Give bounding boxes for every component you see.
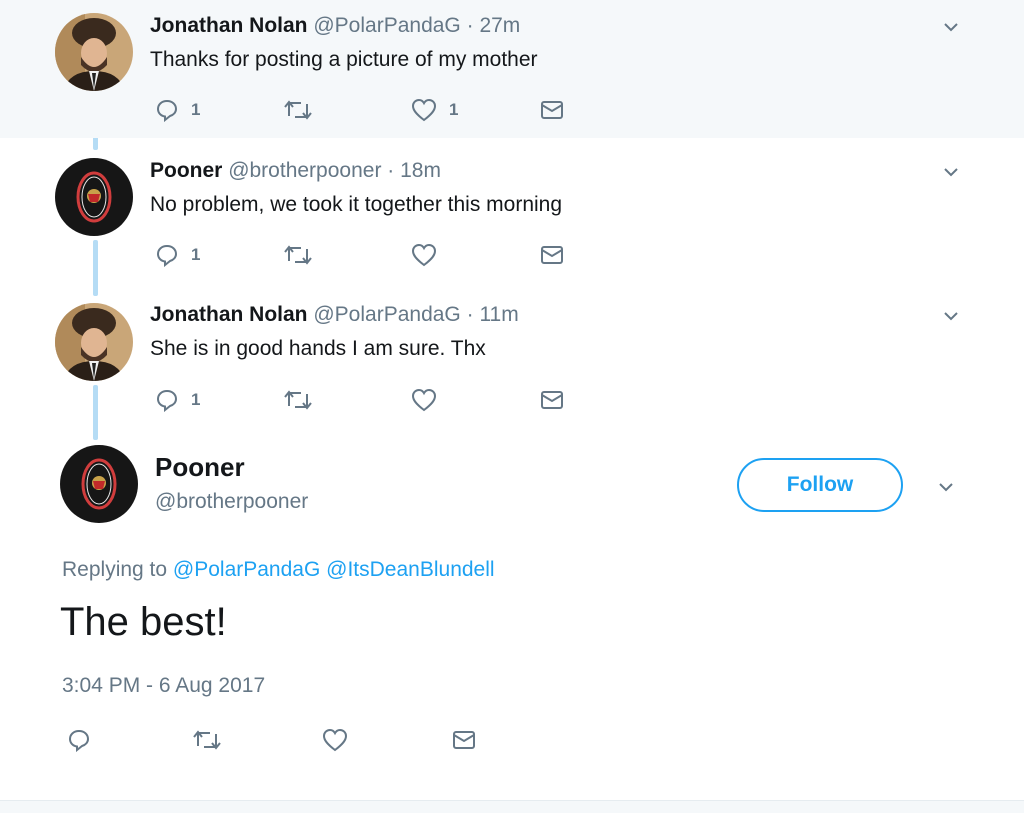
- chevron-down-icon[interactable]: [944, 20, 958, 34]
- direct-message-button[interactable]: [540, 243, 564, 267]
- retweet-button[interactable]: [192, 728, 222, 752]
- reply-count: 1: [191, 100, 201, 119]
- tweet-header: Pooner @brotherpooner · 18m: [150, 159, 441, 183]
- retweet-icon: [284, 100, 312, 120]
- like-button[interactable]: 1: [411, 98, 458, 122]
- envelope-icon: [541, 101, 563, 119]
- author-name[interactable]: Pooner: [155, 452, 245, 483]
- envelope-icon: [541, 391, 563, 409]
- reply-icon: [156, 389, 178, 412]
- reply-target-link[interactable]: @PolarPandaG: [173, 558, 320, 581]
- heart-icon: [411, 243, 437, 267]
- tweet[interactable]: Pooner @brotherpooner · 18m No problem, …: [0, 150, 1024, 288]
- author-handle[interactable]: @PolarPandaG: [313, 303, 460, 326]
- like-button[interactable]: [322, 728, 348, 752]
- envelope-icon: [453, 731, 475, 749]
- tweet-text: No problem, we took it together this mor…: [150, 193, 563, 216]
- author-name[interactable]: Jonathan Nolan: [150, 14, 308, 37]
- envelope-icon: [541, 246, 563, 264]
- heart-icon: [411, 98, 437, 122]
- reply-target-link[interactable]: @ItsDeanBlundell: [326, 558, 494, 581]
- author-name[interactable]: Pooner: [150, 159, 222, 182]
- reply-button[interactable]: 1: [155, 388, 200, 412]
- fur-hat-man-avatar-icon: [55, 13, 133, 91]
- senators-logo-avatar-icon: [60, 445, 138, 523]
- heart-icon: [411, 388, 437, 412]
- tweet-time[interactable]: 18m: [400, 159, 441, 182]
- fur-hat-man-avatar-icon: [55, 303, 133, 381]
- tweet-header: Jonathan Nolan @PolarPandaG · 27m: [150, 14, 520, 38]
- reply-button[interactable]: 1: [155, 243, 200, 267]
- follow-button[interactable]: Follow: [737, 458, 903, 512]
- dot-separator: ·: [460, 14, 480, 37]
- bottom-divider: [0, 800, 1024, 813]
- tweet-text: The best!: [60, 600, 227, 644]
- direct-message-button[interactable]: [540, 98, 564, 122]
- like-button[interactable]: [411, 243, 437, 267]
- tweet-time[interactable]: 11m: [479, 303, 518, 326]
- dot-separator: ·: [460, 303, 480, 326]
- direct-message-button[interactable]: [540, 388, 564, 412]
- tweet-header: Jonathan Nolan @PolarPandaG · 11m: [150, 303, 519, 327]
- avatar[interactable]: [55, 158, 133, 236]
- avatar[interactable]: [55, 303, 133, 381]
- chevron-down-icon[interactable]: [944, 309, 958, 323]
- author-handle[interactable]: @brotherpooner: [228, 159, 381, 182]
- reply-button[interactable]: 1: [155, 98, 200, 122]
- like-button[interactable]: [411, 388, 437, 412]
- replying-to: Replying to @PolarPandaG @ItsDeanBlundel…: [62, 558, 495, 582]
- direct-message-button[interactable]: [452, 728, 476, 752]
- retweet-button[interactable]: [283, 243, 313, 267]
- heart-icon: [322, 728, 348, 752]
- avatar[interactable]: [60, 445, 138, 523]
- chevron-down-icon[interactable]: [939, 480, 953, 494]
- tweet-text: Thanks for posting a picture of my mothe…: [150, 48, 538, 71]
- author-handle[interactable]: @PolarPandaG: [313, 14, 460, 37]
- reply-count: 1: [191, 245, 201, 264]
- senators-logo-avatar-icon: [55, 158, 133, 236]
- tweet[interactable]: Jonathan Nolan @PolarPandaG · 27m Thanks…: [0, 0, 1024, 138]
- avatar[interactable]: [55, 13, 133, 91]
- tweet[interactable]: Jonathan Nolan @PolarPandaG · 11m She is…: [0, 295, 1024, 435]
- author-handle[interactable]: @brotherpooner: [155, 490, 308, 514]
- tweet-time[interactable]: 27m: [479, 14, 520, 37]
- reply-icon: [156, 99, 178, 122]
- tweet-timestamp[interactable]: 3:04 PM - 6 Aug 2017: [62, 674, 265, 698]
- author-name[interactable]: Jonathan Nolan: [150, 303, 308, 326]
- retweet-icon: [284, 390, 312, 410]
- retweet-icon: [284, 245, 312, 265]
- like-count: 1: [449, 100, 459, 119]
- retweet-button[interactable]: [283, 388, 313, 412]
- reply-icon: [68, 729, 90, 752]
- retweet-button[interactable]: [283, 98, 313, 122]
- tweet-text: She is in good hands I am sure. Thx: [150, 337, 486, 360]
- chevron-down-icon[interactable]: [944, 165, 958, 179]
- retweet-icon: [193, 730, 221, 750]
- dot-separator: ·: [381, 159, 401, 182]
- replying-prefix: Replying to: [62, 558, 168, 581]
- reply-count: 1: [191, 390, 201, 409]
- reply-icon: [156, 244, 178, 267]
- reply-button[interactable]: [67, 728, 91, 752]
